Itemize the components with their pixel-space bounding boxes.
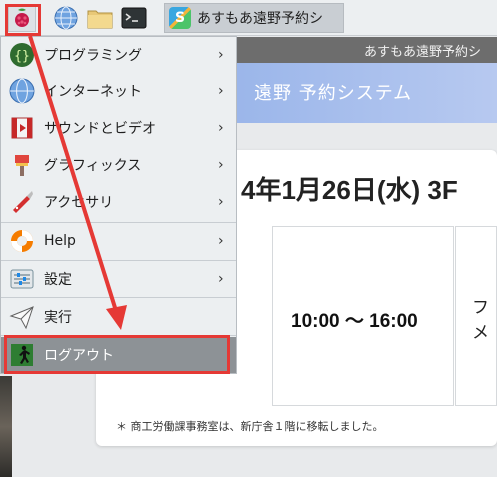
annotation-arrow [28, 35, 127, 330]
